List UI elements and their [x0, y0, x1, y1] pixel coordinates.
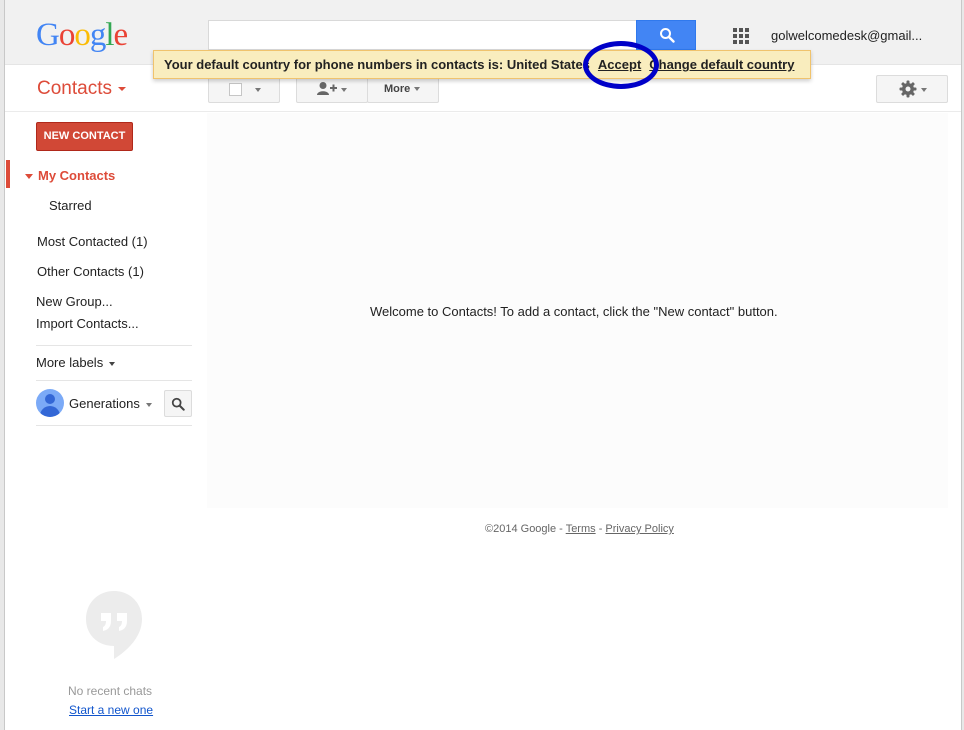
sidebar-item-my-contacts[interactable]: My Contacts [25, 168, 115, 183]
google-logo[interactable]: Google [36, 17, 129, 54]
logo-letter: o [58, 17, 75, 53]
more-actions-button[interactable]: More [367, 75, 439, 103]
chevron-down-icon [255, 88, 261, 92]
chat-search-button[interactable] [164, 390, 192, 417]
footer-separator: - [595, 523, 606, 535]
app-title: Contacts [37, 78, 112, 99]
apps-grid-icon[interactable] [733, 28, 749, 44]
active-nav-indicator [6, 160, 10, 188]
footer: ©2014 Google - Terms - Privacy Policy [485, 523, 674, 535]
add-to-group-button[interactable] [296, 75, 368, 103]
header-divider [5, 111, 961, 112]
search-input[interactable] [208, 20, 638, 50]
privacy-policy-link[interactable]: Privacy Policy [605, 523, 673, 535]
logo-letter: e [113, 17, 129, 53]
no-recent-chats-text: No recent chats [68, 684, 153, 698]
more-labels-label: More labels [36, 355, 104, 370]
logo-letter: g [89, 17, 106, 53]
welcome-message: Welcome to Contacts! To add a contact, c… [370, 304, 778, 319]
hangouts-icon [86, 591, 142, 659]
annotation-highlight-circle [583, 41, 659, 89]
chevron-down-icon [109, 361, 116, 366]
sidebar-divider [36, 380, 192, 381]
logo-letter: G [36, 17, 60, 53]
more-label: More [384, 83, 411, 95]
new-group-link[interactable]: New Group... [36, 294, 113, 309]
import-contacts-link[interactable]: Import Contacts... [36, 316, 139, 331]
sidebar-divider [36, 425, 192, 426]
add-person-icon [317, 82, 337, 95]
more-labels-toggle[interactable]: More labels [36, 355, 116, 370]
search-icon [660, 28, 675, 43]
sidebar-item-label: My Contacts [38, 168, 116, 183]
change-country-link[interactable]: Change default country [649, 57, 794, 72]
copyright-text: ©2014 Google - [485, 523, 566, 535]
chevron-down-icon [921, 88, 927, 92]
sidebar-item-other-contacts[interactable]: Other Contacts (1) [37, 264, 144, 279]
sidebar-divider [36, 345, 192, 346]
gear-icon [899, 80, 917, 98]
terms-link[interactable]: Terms [566, 523, 596, 535]
start-new-chat-link[interactable]: Start a new one [69, 703, 153, 717]
chat-user-menu[interactable]: Generations [69, 396, 152, 411]
sidebar-item-most-contacted[interactable]: Most Contacted (1) [37, 234, 148, 249]
account-email[interactable]: golwelcomedesk@gmail... [771, 28, 922, 43]
avatar[interactable] [36, 389, 64, 417]
logo-letter: l [105, 17, 114, 53]
settings-button[interactable] [876, 75, 948, 103]
chat-user-name: Generations [69, 396, 140, 411]
search-icon [171, 397, 185, 411]
chevron-down-icon [117, 86, 126, 91]
expand-triangle-icon [25, 174, 33, 180]
checkbox-icon [229, 83, 242, 96]
notice-message: Your default country for phone numbers i… [164, 57, 590, 72]
country-notice-banner: Your default country for phone numbers i… [153, 50, 811, 79]
chevron-down-icon [341, 88, 347, 92]
select-all-checkbox-button[interactable] [208, 75, 280, 103]
window-frame-left [0, 0, 5, 730]
chevron-down-icon [145, 402, 152, 407]
new-contact-button[interactable]: NEW CONTACT [36, 122, 133, 151]
chevron-down-icon [414, 87, 421, 92]
logo-letter: o [74, 17, 90, 53]
app-title-menu[interactable]: Contacts [37, 78, 126, 100]
sidebar-item-starred[interactable]: Starred [49, 198, 92, 213]
